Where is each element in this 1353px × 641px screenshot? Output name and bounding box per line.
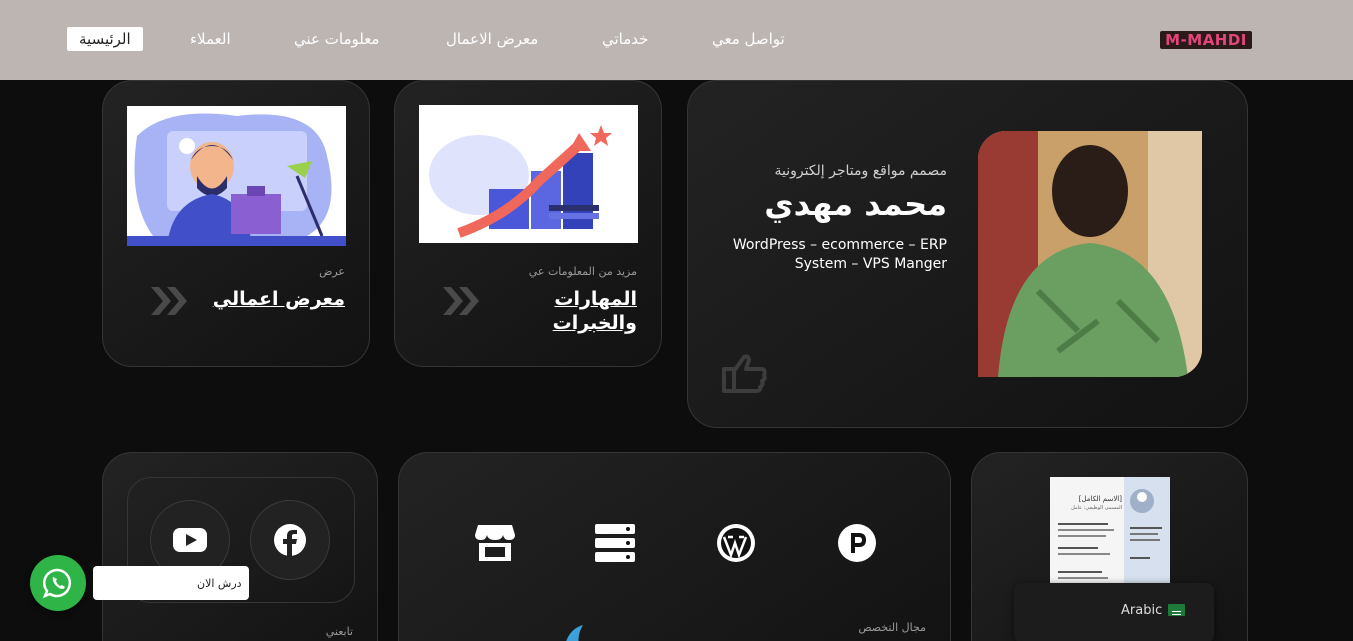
works-card[interactable]: عرض معرض اعمالي xyxy=(102,80,370,367)
double-chevron-icon[interactable] xyxy=(149,283,189,319)
hero-name: محمد مهدي xyxy=(764,185,947,223)
nav-clients[interactable]: العملاء xyxy=(190,30,231,48)
social-card: تابعني xyxy=(102,452,378,641)
hero-subtitle: مصمم مواقع ومتاجر إلكترونية xyxy=(774,163,947,179)
nav-contact[interactable]: تواصل معي xyxy=(712,30,785,48)
server-icon xyxy=(593,521,637,565)
works-illustration xyxy=(127,106,346,246)
nav-portfolio[interactable]: معرض الاعمال xyxy=(446,30,538,48)
specialization-label: مجال التخصص xyxy=(858,621,926,634)
p-icon xyxy=(835,521,879,565)
hero-card: مصمم مواقع ومتاجر إلكترونية محمد مهدي Wo… xyxy=(687,80,1248,428)
site-header: M-MAHDI تواصل معي خدماتي معرض الاعمال مع… xyxy=(0,0,1353,80)
nav-about[interactable]: معلومات عني xyxy=(294,30,379,48)
language-switcher[interactable]: Arabic xyxy=(1014,583,1214,641)
skills-card[interactable]: مزيد من المعلومات عي المهارات والخبرات xyxy=(394,80,662,367)
specialization-card: مجال التخصص xyxy=(398,452,951,641)
cv-preview[interactable]: [الاسم الكامل] المسمى الوظيفي: عامل xyxy=(1050,477,1170,587)
nav-home[interactable]: الرئيسية xyxy=(67,27,143,51)
whatsapp-icon[interactable] xyxy=(30,555,86,611)
hand-point-icon xyxy=(718,349,768,399)
skills-illustration xyxy=(419,105,638,243)
profile-photo xyxy=(978,131,1202,377)
works-label: عرض xyxy=(319,265,345,278)
skills-label: مزيد من المعلومات عي xyxy=(528,265,637,278)
language-label: Arabic xyxy=(1121,603,1163,618)
nav-services[interactable]: خدماتي xyxy=(602,30,648,48)
double-chevron-icon[interactable] xyxy=(441,283,481,319)
follow-label: تابعني xyxy=(325,625,353,638)
skills-title[interactable]: المهارات والخبرات xyxy=(517,287,637,335)
wordpress-icon xyxy=(714,521,758,565)
works-title[interactable]: معرض اعمالي xyxy=(213,287,345,311)
site-logo[interactable]: M-MAHDI xyxy=(1160,31,1252,49)
cv-name: [الاسم الكامل] xyxy=(1078,495,1122,503)
hero-description: WordPress – ecommerce – ERP System – VPS… xyxy=(732,237,947,272)
cv-role: المسمى الوظيفي: عامل xyxy=(1071,505,1122,511)
store-icon xyxy=(473,521,517,565)
saudi-flag-icon xyxy=(1168,604,1185,616)
whatsapp-chat-label[interactable]: درش الان xyxy=(93,566,249,600)
facebook-icon[interactable] xyxy=(250,500,330,580)
